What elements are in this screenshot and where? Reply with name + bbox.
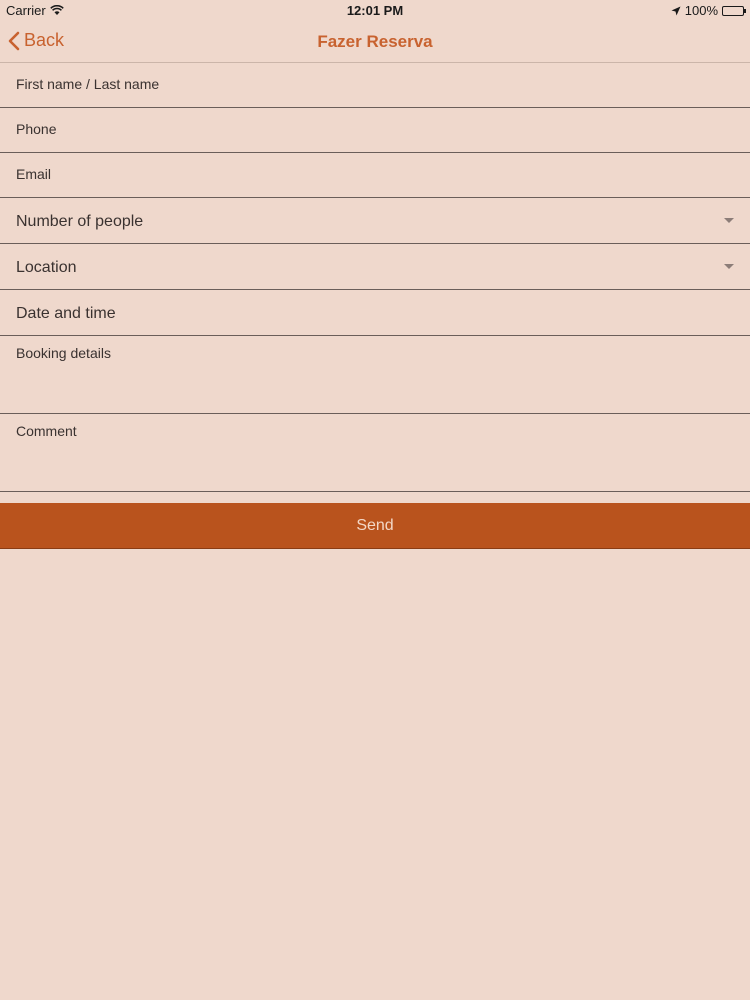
people-select-label: Number of people — [16, 213, 144, 230]
booking-details-label: Booking details — [16, 345, 111, 361]
battery-icon — [722, 5, 746, 16]
email-field[interactable]: Email — [0, 153, 750, 198]
location-select[interactable]: Location — [0, 244, 750, 290]
battery-percent: 100% — [684, 3, 718, 18]
send-button[interactable]: Send — [0, 503, 750, 548]
email-field-label: Email — [16, 166, 52, 182]
dropdown-arrow-icon — [724, 218, 734, 223]
location-select-label: Location — [16, 259, 77, 276]
phone-field[interactable]: Phone — [0, 108, 750, 153]
dropdown-arrow-icon — [724, 264, 734, 269]
name-field-label: First name / Last name — [16, 76, 160, 92]
comment-label: Comment — [16, 423, 77, 439]
navigation-bar: Back Fazer Reserva — [0, 22, 750, 63]
reservation-form: First name / Last name Phone Email Numbe… — [0, 63, 750, 492]
status-time: 12:01 PM — [346, 3, 404, 18]
status-bar: Carrier 12:01 PM 100% — [0, 0, 750, 22]
location-arrow-icon — [671, 6, 681, 15]
phone-field-label: Phone — [16, 121, 57, 137]
send-button-label: Send — [356, 516, 394, 534]
datetime-field[interactable]: Date and time — [0, 290, 750, 336]
datetime-field-label: Date and time — [16, 305, 116, 322]
booking-details-textarea[interactable]: Booking details — [0, 336, 750, 414]
page-title: Fazer Reserva — [317, 32, 433, 51]
people-select[interactable]: Number of people — [0, 198, 750, 244]
status-right: 100% — [671, 3, 746, 18]
name-field[interactable]: First name / Last name — [0, 63, 750, 108]
comment-textarea[interactable]: Comment — [0, 414, 750, 492]
